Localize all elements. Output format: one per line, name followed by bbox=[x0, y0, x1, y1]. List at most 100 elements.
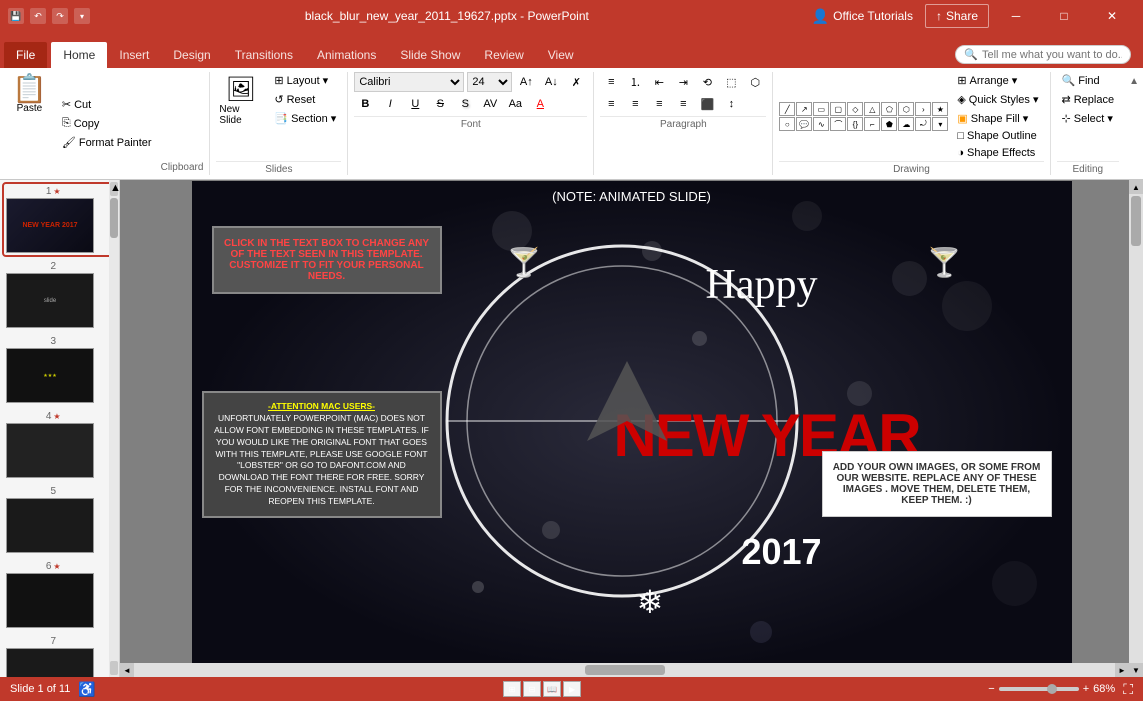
slide-thumb-7[interactable]: 7 bbox=[4, 634, 115, 677]
customize-qat-icon[interactable]: ▾ bbox=[74, 8, 90, 24]
section-button[interactable]: 📑 Section▾ bbox=[269, 110, 341, 127]
ribbon-collapse[interactable]: ▲ bbox=[1125, 72, 1143, 175]
slide-thumb-6[interactable]: 6 ★ bbox=[4, 559, 115, 630]
zoom-slider[interactable] bbox=[999, 687, 1079, 691]
tab-insert[interactable]: Insert bbox=[107, 42, 161, 68]
increase-font-button[interactable]: A↑ bbox=[515, 72, 537, 92]
help-search-box[interactable]: 🔍 bbox=[955, 45, 1131, 64]
slide-thumb-3[interactable]: 3 ★★★ bbox=[4, 334, 115, 405]
minimize-button[interactable]: ─ bbox=[993, 0, 1039, 32]
convert-smartart-button[interactable]: ⬡ bbox=[744, 72, 766, 92]
font-size-select[interactable]: 24 bbox=[467, 72, 512, 92]
change-case-button[interactable]: Aa bbox=[504, 94, 526, 114]
line-spacing-button[interactable]: ↕ bbox=[720, 94, 742, 114]
text-box-instructions[interactable]: CLICK IN THE TEXT BOX TO CHANGE ANY OF T… bbox=[212, 226, 442, 294]
canvas-scrollbar-v[interactable]: ▲ ▼ bbox=[1129, 180, 1143, 677]
shape-triangle[interactable]: △ bbox=[864, 102, 880, 116]
redo-icon[interactable]: ↷ bbox=[52, 8, 68, 24]
tab-file[interactable]: File bbox=[4, 42, 47, 68]
slide-thumb-2[interactable]: 2 slide bbox=[4, 259, 115, 330]
numbering-button[interactable]: ⒈ bbox=[624, 72, 646, 92]
text-box-image-instructions[interactable]: ADD YOUR OWN IMAGES, OR SOME FROM OUR WE… bbox=[822, 451, 1052, 517]
strikethrough-button[interactable]: S bbox=[429, 94, 451, 114]
slide-canvas[interactable]: (NOTE: ANIMATED SLIDE) CLICK IN THE TEXT… bbox=[192, 181, 1072, 676]
fit-slide-button[interactable]: ⛶ bbox=[1123, 681, 1133, 698]
shape-more2[interactable]: ☁ bbox=[898, 117, 914, 131]
bullets-button[interactable]: ≡ bbox=[600, 72, 622, 92]
tab-home[interactable]: Home bbox=[51, 42, 107, 68]
reading-view-button[interactable]: 📖 bbox=[543, 681, 561, 697]
shape-more-btn[interactable]: ▾ bbox=[932, 117, 948, 131]
copy-button[interactable]: ⎘ Copy bbox=[57, 115, 157, 132]
reset-button[interactable]: ↺ Reset bbox=[269, 91, 341, 108]
tab-slideshow[interactable]: Slide Show bbox=[388, 42, 472, 68]
tab-design[interactable]: Design bbox=[161, 42, 222, 68]
replace-button[interactable]: ⇄ Replace bbox=[1057, 91, 1120, 108]
scroll-left-canvas[interactable]: ◄ bbox=[120, 663, 134, 677]
shape-effects-button[interactable]: ◑ Shape Effects bbox=[952, 145, 1043, 161]
shape-arrow[interactable]: ↗ bbox=[796, 102, 812, 116]
slideshow-view-button[interactable]: ▶ bbox=[563, 681, 581, 697]
scroll-thumb[interactable] bbox=[110, 198, 118, 238]
bold-button[interactable]: B bbox=[354, 94, 376, 114]
align-text-button[interactable]: ⬚ bbox=[720, 72, 742, 92]
scroll-down-canvas[interactable]: ▼ bbox=[1129, 663, 1143, 677]
scroll-down-arrow[interactable] bbox=[110, 661, 118, 675]
tab-transitions[interactable]: Transitions bbox=[223, 42, 305, 68]
decrease-indent-button[interactable]: ⇤ bbox=[648, 72, 670, 92]
shape-star[interactable]: ★ bbox=[932, 102, 948, 116]
scroll-up-arrow[interactable]: ▲ bbox=[110, 182, 118, 196]
increase-indent-button[interactable]: ⇥ bbox=[672, 72, 694, 92]
tab-animations[interactable]: Animations bbox=[305, 42, 388, 68]
font-name-select[interactable]: Calibri bbox=[354, 72, 464, 92]
zoom-out-button[interactable]: − bbox=[988, 683, 994, 695]
slide-thumb-5[interactable]: 5 bbox=[4, 484, 115, 555]
shape-outline-button[interactable]: □ Shape Outline bbox=[952, 128, 1043, 144]
scroll-right-canvas[interactable]: ► bbox=[1115, 663, 1129, 677]
justify-button[interactable]: ≡ bbox=[672, 94, 694, 114]
align-left-button[interactable]: ≡ bbox=[600, 94, 622, 114]
shadow-button[interactable]: S bbox=[454, 94, 476, 114]
zoom-thumb[interactable] bbox=[1047, 684, 1057, 694]
center-button[interactable]: ≡ bbox=[624, 94, 646, 114]
shape-line[interactable]: ╱ bbox=[779, 102, 795, 116]
cut-button[interactable]: ✂ Cut bbox=[57, 96, 157, 113]
find-button[interactable]: 🔍 Find bbox=[1057, 72, 1120, 89]
font-color-button[interactable]: A bbox=[529, 94, 551, 114]
shape-chevron[interactable]: › bbox=[915, 102, 931, 116]
shape-diamond[interactable]: ◇ bbox=[847, 102, 863, 116]
align-right-button[interactable]: ≡ bbox=[648, 94, 670, 114]
maximize-button[interactable]: □ bbox=[1041, 0, 1087, 32]
shape-rounded-rect[interactable]: ▢ bbox=[830, 102, 846, 116]
shape-oval[interactable]: ○ bbox=[779, 117, 795, 131]
underline-button[interactable]: U bbox=[404, 94, 426, 114]
shape-arc[interactable]: ⌒ bbox=[830, 117, 846, 131]
new-slide-button[interactable]: 🖼 New Slide bbox=[216, 72, 265, 129]
help-search-input[interactable] bbox=[982, 49, 1122, 61]
slide-thumb-1[interactable]: 1 ★ NEW YEAR 2017 bbox=[4, 184, 115, 255]
text-box-mac-users[interactable]: -ATTENTION MAC USERS- UNFORTUNATELY POWE… bbox=[202, 391, 442, 518]
zoom-in-button[interactable]: + bbox=[1083, 683, 1089, 695]
shape-bracket[interactable]: {} bbox=[847, 117, 863, 131]
slides-scrollbar[interactable]: ▲ bbox=[109, 180, 119, 677]
char-spacing-button[interactable]: AV bbox=[479, 94, 501, 114]
italic-button[interactable]: I bbox=[379, 94, 401, 114]
columns-button[interactable]: ⬛ bbox=[696, 94, 718, 114]
scroll-thumb-v[interactable] bbox=[1131, 196, 1141, 246]
quick-styles-button[interactable]: ◈ Quick Styles ▾ bbox=[952, 91, 1043, 108]
format-painter-button[interactable]: 🖌 Format Painter bbox=[57, 134, 157, 151]
office-tutorials-button[interactable]: 👤 Office Tutorials bbox=[804, 4, 921, 29]
shape-brace[interactable]: ⌐ bbox=[864, 117, 880, 131]
scroll-thumb-h[interactable] bbox=[585, 665, 665, 675]
share-button[interactable]: ↑ Share bbox=[925, 4, 989, 28]
layout-button[interactable]: ⊞ Layout▾ bbox=[269, 72, 341, 89]
shape-pentagon[interactable]: ⬠ bbox=[881, 102, 897, 116]
arrange-button[interactable]: ⊞ Arrange▾ bbox=[952, 72, 1043, 89]
slide-thumb-4[interactable]: 4 ★ bbox=[4, 409, 115, 480]
paste-button[interactable]: 📋 Paste bbox=[6, 72, 53, 175]
normal-view-button[interactable]: ⊞ bbox=[503, 681, 521, 697]
shape-fill-button[interactable]: ▣ Shape Fill ▾ bbox=[952, 110, 1043, 127]
save-icon[interactable]: 💾 bbox=[8, 8, 24, 24]
clear-format-button[interactable]: ✗ bbox=[565, 72, 587, 92]
scroll-up-canvas[interactable]: ▲ bbox=[1129, 180, 1143, 194]
